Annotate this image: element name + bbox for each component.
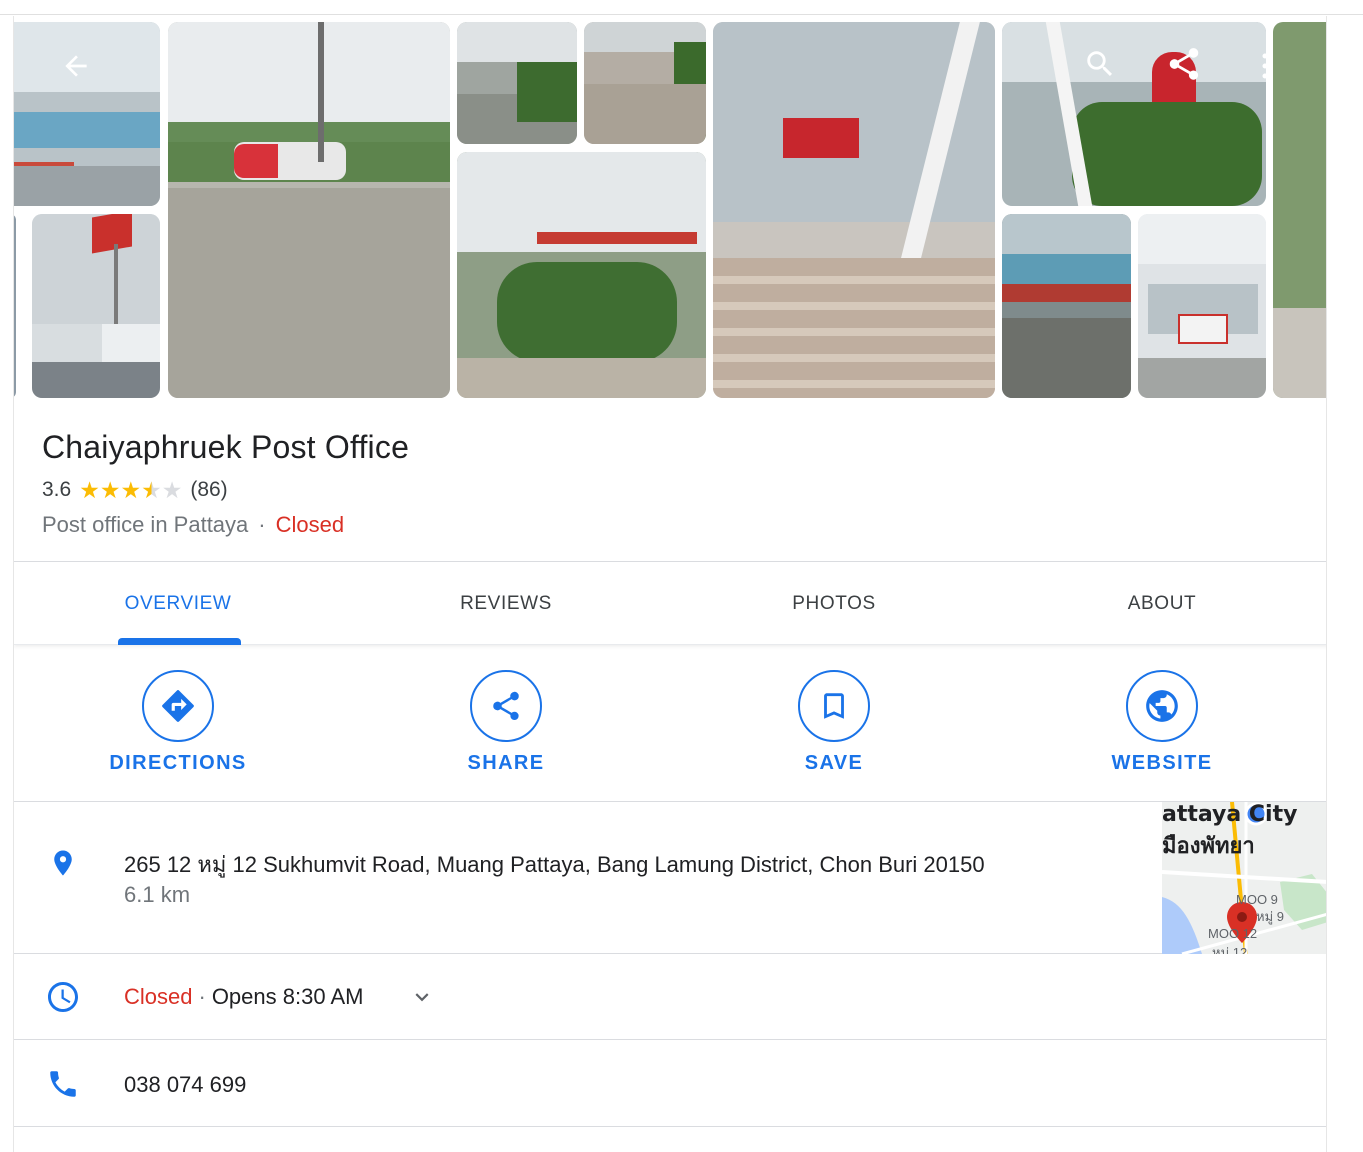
hours-row[interactable]: Closed · Opens 8:30 AM [14,954,1326,1040]
mini-map[interactable]: attaya City มืองพัทยา MOO 9 หมู่ 9 MOO 1… [1162,802,1326,954]
back-arrow-icon[interactable] [56,46,96,86]
photo-postbox[interactable] [1002,22,1266,206]
directions-icon [142,670,214,742]
star-icon: ★ [120,476,142,503]
phone-row[interactable]: 038 074 699 [14,1040,1326,1127]
review-count[interactable]: (86) [190,478,227,502]
share-button[interactable]: SHARE [342,646,670,802]
hours-next-open: Opens 8:30 AM [211,984,364,1009]
tab-overview[interactable]: OVERVIEW [14,562,342,645]
tab-bar: OVERVIEW REVIEWS PHOTOS ABOUT [14,562,1326,645]
photo-trees[interactable] [1273,22,1326,398]
tab-overview-label: OVERVIEW [124,592,232,614]
map-label-moo12-thai: หมู่ 12 [1212,945,1248,954]
search-icon[interactable] [1080,44,1120,84]
photo-garden[interactable] [457,152,706,398]
category-row: Post office in Pattaya · Closed [42,512,344,538]
star-empty-icon: ★ [161,476,183,503]
share-icon [470,670,542,742]
open-status: Closed [275,512,345,537]
share-label: SHARE [467,752,545,774]
website-button[interactable]: WEBSITE [998,646,1326,802]
rating-value: 3.6 [42,478,72,501]
map-label-city: attaya City [1162,802,1298,827]
tab-about-label: ABOUT [1127,592,1197,614]
place-title: Chaiyaphruek Post Office [42,429,410,465]
photo-walkway[interactable] [457,22,577,144]
more-vert-icon[interactable] [1256,46,1274,86]
browser-top-strip [0,0,1363,15]
tab-reviews[interactable]: REVIEWS [342,562,670,645]
action-bar: DIRECTIONS SHARE SAVE WEBSITE [14,646,1326,802]
separator-dot: · [258,512,266,537]
save-label: SAVE [804,752,864,774]
chevron-down-icon[interactable] [409,984,435,1015]
globe-icon [1126,670,1198,742]
address-text: 265 12 หมู่ 12 Sukhumvit Road, Muang Pat… [124,852,985,877]
star-icon: ★ [79,476,100,503]
map-label-moo12: MOO 12 [1208,926,1258,941]
phone-icon [44,1065,82,1103]
photo-post-sign[interactable] [32,214,160,398]
place-category: Post office in Pattaya [42,512,249,537]
star-half-icon: ★ [141,476,162,503]
hours-status: Closed [124,984,193,1009]
hours-separator: · [198,984,206,1009]
save-button[interactable]: SAVE [670,646,998,802]
photo-parking[interactable] [168,22,450,398]
hours-text: Closed · Opens 8:30 AM [124,984,363,1010]
star-icon: ★ [99,476,121,503]
rating-row: 3.6 ★ ★ ★ ★ ★ (86) [42,478,228,502]
photo-steps[interactable] [713,22,995,398]
star-rating: ★ ★ ★ ★ ★ [79,476,183,503]
tab-about[interactable]: ABOUT [998,562,1326,645]
photo-sign[interactable] [14,214,16,398]
tab-reviews-label: REVIEWS [460,592,552,614]
map-label-thai: มืองพัทยา [1162,834,1255,859]
location-pin-icon [44,844,82,882]
phone-number: 038 074 699 [124,1072,247,1097]
website-label: WEBSITE [1111,752,1213,774]
active-tab-indicator [118,638,241,645]
map-label-moo9-thai: หมู่ 9 [1256,909,1284,924]
tab-photos-label: PHOTOS [792,592,876,614]
tab-photos[interactable]: PHOTOS [670,562,998,645]
bookmark-icon [798,670,870,742]
directions-label: DIRECTIONS [109,752,247,774]
photo-ramp[interactable] [584,22,706,144]
clock-icon [44,978,82,1016]
directions-button[interactable]: DIRECTIONS [14,646,342,802]
photo-facade[interactable] [1138,214,1266,398]
distance-text: 6.1 km [124,882,191,907]
address-row[interactable]: 265 12 หมู่ 12 Sukhumvit Road, Muang Pat… [14,802,1326,954]
share-icon[interactable] [1162,42,1206,86]
photo-counter[interactable] [1002,214,1131,398]
place-header: Chaiyaphruek Post Office 3.6 ★ ★ ★ ★ ★ (… [14,402,1326,562]
map-label-moo9: MOO 9 [1236,892,1278,907]
place-panel: Chaiyaphruek Post Office 3.6 ★ ★ ★ ★ ★ (… [13,16,1327,1152]
photo-gallery[interactable] [14,16,1326,402]
